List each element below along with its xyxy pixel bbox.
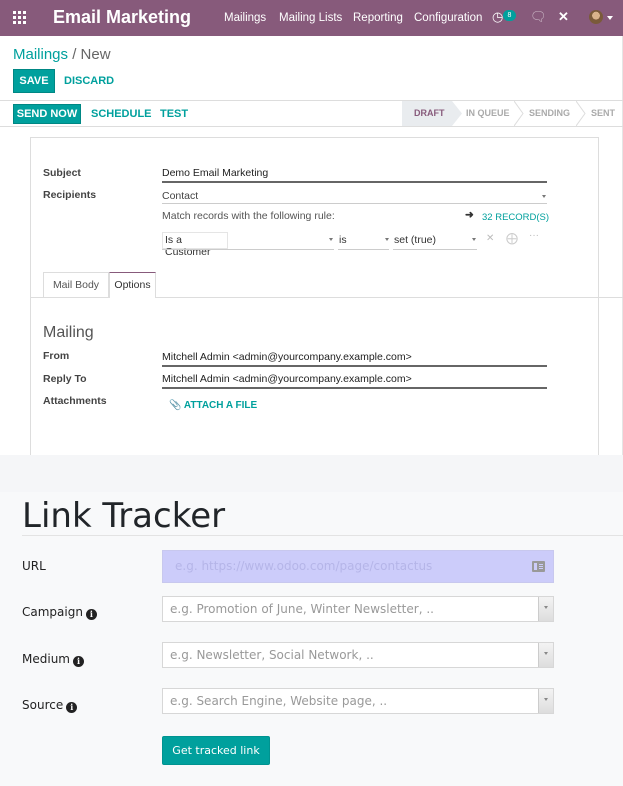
records-link[interactable]: 32 RECORD(S)	[482, 212, 549, 223]
menu-reporting[interactable]: Reporting	[353, 12, 403, 24]
subject-input[interactable]: Demo Email Marketing	[162, 167, 268, 179]
attach-file-label: ATTACH A FILE	[183, 400, 258, 411]
menu-configuration[interactable]: Configuration	[414, 12, 482, 24]
breadcrumb-separator: /	[72, 46, 77, 63]
campaign-label: Campaign i	[22, 605, 97, 620]
test-button[interactable]: TEST	[160, 108, 188, 120]
breadcrumb: Mailings / New	[13, 46, 111, 63]
subject-underline	[162, 181, 547, 183]
save-button[interactable]: SAVE	[13, 69, 55, 93]
tab-options[interactable]: Options	[109, 272, 156, 298]
from-input[interactable]: Mitchell Admin <admin@yourcompany.exampl…	[162, 351, 412, 363]
user-avatar[interactable]	[589, 10, 603, 24]
mailing-form-panel: Mailings / New SAVE DISCARD SEND NOW SCH…	[0, 36, 623, 455]
send-now-button[interactable]: SEND NOW	[13, 104, 81, 124]
chevron-down-icon	[329, 238, 333, 241]
arrow-right-icon: ➜	[465, 209, 474, 221]
subject-label: Subject	[43, 167, 81, 179]
url-input[interactable]: e.g. https://www.odoo.com/page/contactus	[162, 550, 554, 583]
reply-to-input[interactable]: Mitchell Admin <admin@yourcompany.exampl…	[162, 373, 412, 385]
medium-select[interactable]: e.g. Newsletter, Social Network, ..	[162, 642, 554, 668]
chevron-down-icon	[472, 238, 476, 241]
medium-label: Medium i	[22, 652, 84, 667]
rule-value-select[interactable]: set (true)	[394, 234, 436, 246]
campaign-select[interactable]: e.g. Promotion of June, Winter Newslette…	[162, 596, 554, 622]
add-rule-icon[interactable]: ⨁	[506, 231, 518, 245]
tab-mail-body[interactable]: Mail Body	[43, 272, 109, 297]
medium-label-text: Medium	[22, 652, 70, 666]
attachments-label: Attachments	[43, 395, 107, 407]
url-label: URL	[22, 559, 46, 573]
more-options-icon[interactable]: ···	[529, 230, 539, 241]
source-label: Source i	[22, 698, 78, 713]
attach-file-button[interactable]: 📎 ATTACH A FILE	[169, 400, 257, 411]
reply-to-label: Reply To	[43, 373, 87, 385]
link-tracker-panel: Link Tracker URL e.g. https://www.odoo.c…	[0, 492, 623, 786]
recipients-label: Recipients	[43, 189, 97, 201]
url-placeholder: e.g. https://www.odoo.com/page/contactus	[175, 559, 433, 573]
stage-arrow	[452, 101, 462, 126]
status-bar: SEND NOW SCHEDULE TEST DRAFT IN QUEUE SE…	[0, 100, 623, 127]
chevron-down-icon[interactable]	[538, 643, 553, 667]
rule-operator-underline	[338, 249, 389, 250]
rule-operator-select[interactable]: is	[339, 234, 347, 246]
debug-tools-icon[interactable]: ✕	[558, 9, 569, 25]
chevron-down-icon	[385, 238, 389, 241]
recipients-underline	[162, 203, 547, 204]
stage-separator	[576, 101, 586, 126]
stage-separator	[514, 101, 524, 126]
recipients-select[interactable]: Contact	[162, 190, 198, 202]
chevron-down-icon[interactable]	[538, 689, 553, 713]
mailing-section-title: Mailing	[43, 324, 94, 341]
info-icon[interactable]: i	[66, 702, 78, 713]
from-label: From	[43, 350, 70, 362]
rule-value-underline	[393, 249, 477, 250]
stage-sending[interactable]: SENDING	[529, 101, 570, 126]
menu-mailing-lists[interactable]: Mailing Lists	[279, 12, 342, 24]
title-divider	[22, 535, 623, 536]
campaign-label-text: Campaign	[22, 605, 83, 619]
stage-in-queue[interactable]: IN QUEUE	[466, 101, 510, 126]
link-tracker-title: Link Tracker	[22, 496, 226, 536]
menu-mailings[interactable]: Mailings	[224, 12, 266, 24]
source-placeholder: e.g. Search Engine, Website page, ..	[170, 694, 388, 708]
app-title: Email Marketing	[53, 7, 192, 27]
rule-text: Match records with the following rule:	[162, 210, 335, 222]
breadcrumb-parent[interactable]: Mailings	[13, 46, 68, 63]
contact-card-icon	[532, 561, 545, 572]
chevron-down-icon[interactable]	[538, 597, 553, 621]
schedule-button[interactable]: SCHEDULE	[91, 108, 152, 120]
activity-badge: 8	[503, 10, 516, 21]
stage-sent[interactable]: SENT	[591, 101, 615, 126]
apps-grid-icon[interactable]	[13, 11, 26, 24]
activity-clock-icon[interactable]: ◷	[492, 9, 503, 25]
info-icon[interactable]: i	[85, 609, 97, 620]
reply-to-underline	[162, 387, 547, 389]
from-underline	[162, 365, 547, 367]
discard-button[interactable]: DISCARD	[64, 75, 114, 87]
source-select[interactable]: e.g. Search Engine, Website page, ..	[162, 688, 554, 714]
chat-icon[interactable]: 🗨	[530, 9, 547, 25]
get-tracked-link-button[interactable]: Get tracked link	[162, 736, 270, 765]
source-label-text: Source	[22, 698, 64, 712]
campaign-placeholder: e.g. Promotion of June, Winter Newslette…	[170, 602, 434, 616]
delete-rule-icon[interactable]: ✕	[486, 233, 494, 244]
breadcrumb-current: New	[80, 46, 111, 63]
chevron-down-icon	[542, 195, 546, 198]
stage-draft[interactable]: DRAFT	[402, 101, 452, 126]
chevron-down-icon[interactable]	[607, 16, 613, 20]
rule-field-select[interactable]: Is a Customer	[162, 232, 228, 258]
paperclip-icon: 📎	[169, 400, 182, 411]
rule-field-underline	[162, 249, 334, 250]
medium-placeholder: e.g. Newsletter, Social Network, ..	[170, 648, 374, 662]
info-icon[interactable]: i	[72, 656, 84, 667]
top-navbar: Email Marketing Mailings Mailing Lists R…	[0, 0, 623, 36]
